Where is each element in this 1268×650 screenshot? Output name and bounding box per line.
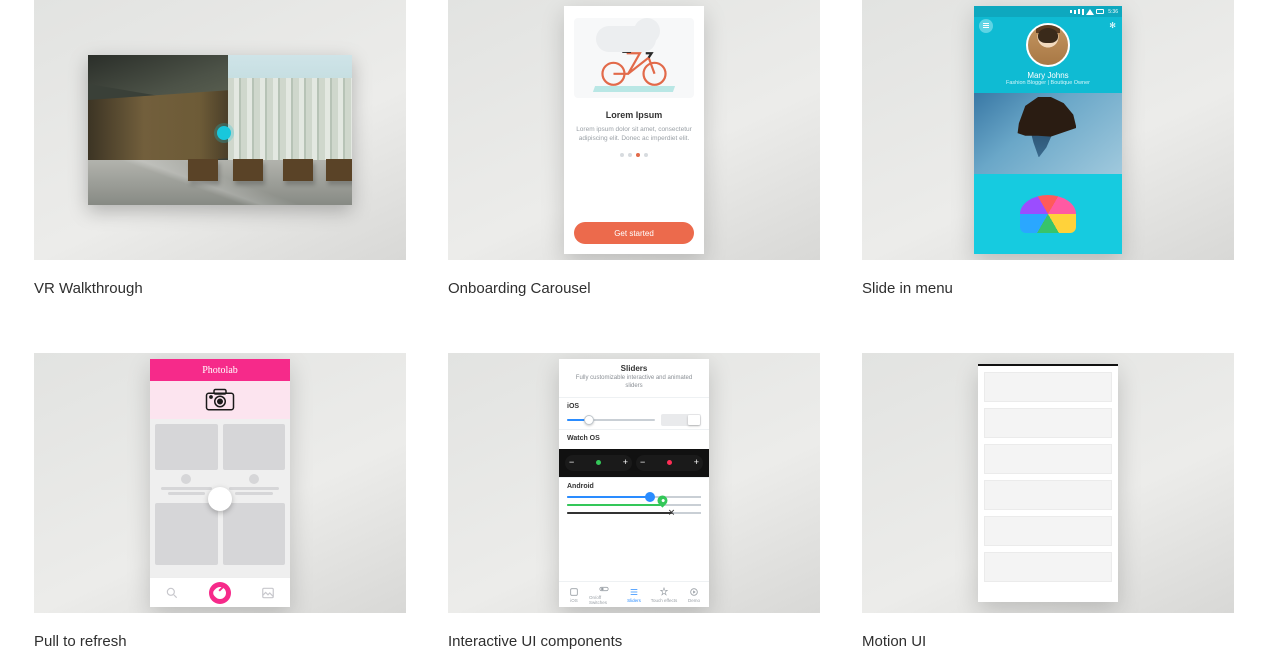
phone-mock	[978, 364, 1118, 602]
battery-icon	[1096, 9, 1104, 14]
card-pull-to-refresh[interactable]: Photolab	[34, 353, 406, 650]
get-started-button: Get started	[574, 222, 694, 244]
profile-subtitle: Fashion Blogger | Boutique Owner	[1006, 80, 1090, 86]
card-vr-walkthrough[interactable]: VR Walkthrough	[34, 0, 406, 297]
thumbnail[interactable]: Sliders Fully customizable interactive a…	[448, 353, 820, 613]
beanie-icon	[1020, 195, 1076, 233]
card-title: Slide in menu	[862, 280, 1234, 297]
page-dots	[620, 153, 648, 157]
list-item	[984, 444, 1112, 474]
list-item	[984, 480, 1112, 510]
refresh-knob	[208, 487, 232, 511]
list-item	[984, 516, 1112, 546]
thumbnail[interactable]: Lorem Ipsum Lorem ipsum dolor sit amet, …	[448, 0, 820, 260]
watchos-row: −+ −+	[559, 449, 709, 477]
bottom-tabs: iOS On/off Switches Sliders Touch effect…	[559, 581, 709, 607]
list-item	[984, 552, 1112, 582]
list-item	[984, 408, 1112, 438]
thumbnail[interactable]	[862, 353, 1234, 613]
profile-name: Mary Johns	[1027, 71, 1068, 80]
android-slider-green	[567, 504, 701, 506]
list-item	[984, 372, 1112, 402]
mock-title: Sliders	[559, 359, 709, 375]
section-label-watch: Watch OS	[567, 435, 701, 442]
wifi-icon	[1086, 9, 1094, 15]
status-bar: 5:36	[974, 6, 1122, 17]
thumbnail[interactable]: 5:36 ✻ Mary Johns Fashion Blogger | Bout…	[862, 0, 1234, 260]
brush-fab-icon	[209, 582, 231, 604]
card-interactive-ui-components[interactable]: Sliders Fully customizable interactive a…	[448, 353, 820, 650]
phone-mock: Lorem Ipsum Lorem ipsum dolor sit amet, …	[564, 6, 704, 254]
phone-mock: Sliders Fully customizable interactive a…	[559, 359, 709, 607]
thumbnail[interactable]	[34, 0, 406, 260]
ios-stepper	[661, 414, 701, 426]
mock-body: Lorem ipsum dolor sit amet, consectetur …	[574, 125, 694, 143]
section-label-ios: iOS	[567, 403, 701, 410]
ios-slider	[567, 419, 655, 421]
phone-mock: Photolab	[150, 359, 290, 607]
gallery-grid: VR Walkthrough Lorem Ipsum Lo	[34, 0, 1234, 650]
clock: 5:36	[1108, 9, 1118, 15]
card-motion-ui[interactable]: Motion UI	[862, 353, 1234, 650]
search-icon	[165, 586, 179, 600]
phone-mock: 5:36 ✻ Mary Johns Fashion Blogger | Bout…	[974, 6, 1122, 254]
card-slide-in-menu[interactable]: 5:36 ✻ Mary Johns Fashion Blogger | Bout…	[862, 0, 1234, 297]
mock-subtitle: Fully customizable interactive and anima…	[559, 375, 709, 397]
cloud-icon	[596, 26, 656, 52]
bottom-nav	[150, 577, 290, 607]
image-icon	[261, 586, 275, 600]
gear-icon: ✻	[1109, 21, 1116, 30]
avatar	[1026, 23, 1070, 67]
vr-hotspot-icon	[217, 126, 231, 140]
feed-image	[974, 174, 1122, 255]
section-label-android: Android	[567, 483, 701, 490]
thumbnail[interactable]: Photolab	[34, 353, 406, 613]
camera-icon	[150, 381, 290, 419]
vr-scene	[88, 55, 352, 205]
feed-image	[974, 93, 1122, 174]
hamburger-menu-icon	[979, 19, 993, 33]
card-title: VR Walkthrough	[34, 280, 406, 297]
android-slider-blue	[567, 496, 701, 498]
brand-label: Photolab	[202, 365, 238, 376]
android-slider-dark: ✕	[567, 512, 701, 514]
mock-heading: Lorem Ipsum	[606, 110, 663, 120]
card-title: Onboarding Carousel	[448, 280, 820, 297]
card-onboarding-carousel[interactable]: Lorem Ipsum Lorem ipsum dolor sit amet, …	[448, 0, 820, 297]
